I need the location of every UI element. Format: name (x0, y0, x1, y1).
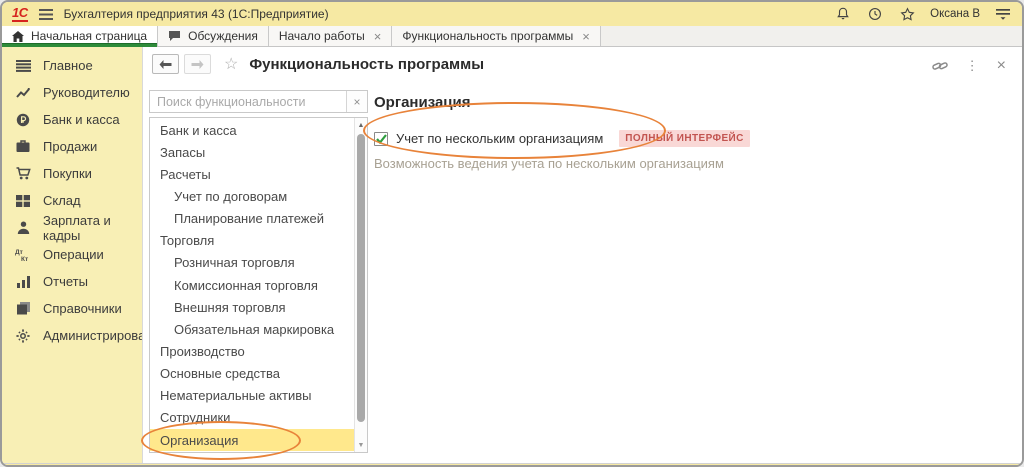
person-icon (15, 221, 31, 234)
tab-label: Начало работы (279, 29, 365, 43)
sidebar-item-warehouse[interactable]: Склад (2, 187, 142, 214)
briefcase-icon (15, 140, 31, 153)
chat-icon (168, 31, 181, 42)
list-item[interactable]: Торговля (150, 230, 354, 252)
functionality-search: × (149, 90, 368, 113)
cart-icon (15, 167, 31, 180)
functionality-list-panel: Банк и касса Запасы Расчеты Учет по дого… (149, 117, 368, 453)
sidebar-item-reports[interactable]: Отчеты (2, 268, 142, 295)
bar-chart-icon (15, 276, 31, 288)
sidebar-item-purchases[interactable]: Покупки (2, 160, 142, 187)
trend-icon (15, 87, 31, 99)
favorites-star-icon[interactable] (898, 5, 916, 23)
current-user[interactable]: Оксана В (930, 8, 980, 20)
tab-discussions[interactable]: Обсуждения (158, 26, 269, 46)
list-item[interactable]: Банк и касса (150, 119, 354, 141)
window-bottom-strip (2, 463, 1022, 467)
sidebar-item-label: Отчеты (43, 274, 88, 289)
gear-icon (15, 329, 31, 343)
list-item[interactable]: Внешняя торговля (150, 296, 354, 318)
scroll-down-icon[interactable]: ▼ (355, 438, 367, 452)
ruble-circle-icon (15, 113, 31, 127)
svg-text:Дт: Дт (15, 249, 23, 256)
app-title: Бухгалтерия предприятия 43 (1С:Предприят… (64, 7, 329, 21)
sidebar-item-label: Руководителю (43, 85, 130, 100)
main-panel: ☆ Функциональность программы ⋮ × × Банк … (142, 47, 1022, 463)
list-item[interactable]: Производство (150, 340, 354, 362)
list-item[interactable]: Сотрудники (150, 407, 354, 429)
feature-description: Возможность ведения учета по нескольким … (374, 156, 1002, 171)
main-menu-icon[interactable] (37, 5, 55, 23)
tab-label: Обсуждения (188, 29, 258, 43)
sidebar: Главное Руководителю Банк и касса Продаж… (2, 47, 142, 463)
sidebar-item-label: Главное (43, 58, 93, 73)
svg-text:Кт: Кт (21, 256, 28, 262)
multi-org-checkbox[interactable] (374, 132, 388, 146)
list-item[interactable]: Основные средства (150, 363, 354, 385)
books-icon (15, 302, 31, 315)
back-button[interactable] (152, 54, 179, 74)
scroll-up-icon[interactable]: ▲ (355, 118, 367, 132)
tab-home-page[interactable]: Начальная страница (2, 26, 158, 46)
menu-lines-icon (15, 60, 31, 72)
list-item[interactable]: Планирование платежей (150, 208, 354, 230)
organization-section: Организация Учет по нескольким организац… (374, 94, 1002, 171)
dt-kt-icon: ДтКт (15, 248, 31, 262)
sidebar-item-label: Зарплата и кадры (43, 213, 142, 243)
notifications-bell-icon[interactable] (834, 5, 852, 23)
more-menu-icon[interactable]: ⋮ (966, 58, 979, 74)
list-item[interactable]: Расчеты (150, 163, 354, 185)
search-input[interactable] (150, 91, 346, 112)
home-icon (12, 31, 24, 42)
service-menu-icon[interactable] (994, 5, 1012, 23)
sidebar-item-administration[interactable]: Администрирование (2, 322, 142, 349)
list-item[interactable]: Розничная торговля (150, 252, 354, 274)
list-item[interactable]: Учет по договорам (150, 185, 354, 207)
sidebar-item-label: Покупки (43, 166, 92, 181)
list-scrollbar[interactable]: ▲ ▼ (354, 118, 367, 452)
list-item[interactable]: Нематериальные активы (150, 385, 354, 407)
list-item[interactable]: Обязательная маркировка (150, 318, 354, 340)
tab-bar: Начальная страница Обсуждения Начало раб… (2, 26, 1022, 47)
sidebar-item-sales[interactable]: Продажи (2, 133, 142, 160)
1c-logo-icon: 1С (12, 6, 28, 22)
tab-label: Начальная страница (31, 29, 147, 43)
tab-label: Функциональность программы (402, 29, 573, 43)
sidebar-item-label: Операции (43, 247, 104, 262)
tab-close-icon[interactable]: × (374, 29, 382, 44)
list-item-organization-selected[interactable]: Организация (150, 429, 354, 451)
sidebar-item-label: Справочники (43, 301, 122, 316)
section-heading: Организация (374, 94, 1002, 111)
titlebar: 1С Бухгалтерия предприятия 43 (1С:Предпр… (2, 2, 1022, 26)
full-interface-badge: ПОЛНЫЙ ИНТЕРФЕЙС (619, 130, 749, 147)
sidebar-item-operations[interactable]: ДтКт Операции (2, 241, 142, 268)
sidebar-item-label: Склад (43, 193, 81, 208)
search-clear-icon[interactable]: × (346, 91, 367, 112)
list-item[interactable]: Комиссионная торговля (150, 274, 354, 296)
add-favorite-star-icon[interactable]: ☆ (224, 54, 238, 74)
sidebar-item-directories[interactable]: Справочники (2, 295, 142, 322)
app-window: 1С Бухгалтерия предприятия 43 (1С:Предпр… (0, 0, 1024, 467)
page-title: Функциональность программы (249, 56, 484, 73)
tab-getting-started[interactable]: Начало работы × (269, 26, 393, 46)
close-form-icon[interactable]: × (997, 58, 1006, 74)
sidebar-item-label: Продажи (43, 139, 97, 154)
sidebar-item-manager[interactable]: Руководителю (2, 79, 142, 106)
get-link-icon[interactable] (932, 59, 948, 73)
scrollbar-thumb[interactable] (357, 134, 365, 422)
tab-close-icon[interactable]: × (582, 29, 590, 44)
forward-button[interactable] (184, 54, 211, 74)
sidebar-item-salary-hr[interactable]: Зарплата и кадры (2, 214, 142, 241)
tab-functionality[interactable]: Функциональность программы × (392, 26, 600, 46)
sidebar-item-label: Банк и касса (43, 112, 120, 127)
history-clock-icon[interactable] (866, 5, 884, 23)
sidebar-item-main[interactable]: Главное (2, 52, 142, 79)
list-item[interactable]: Запасы (150, 141, 354, 163)
sidebar-item-bank-cash[interactable]: Банк и касса (2, 106, 142, 133)
feature-label[interactable]: Учет по нескольким организациям (396, 131, 603, 146)
grid-icon (15, 195, 31, 207)
